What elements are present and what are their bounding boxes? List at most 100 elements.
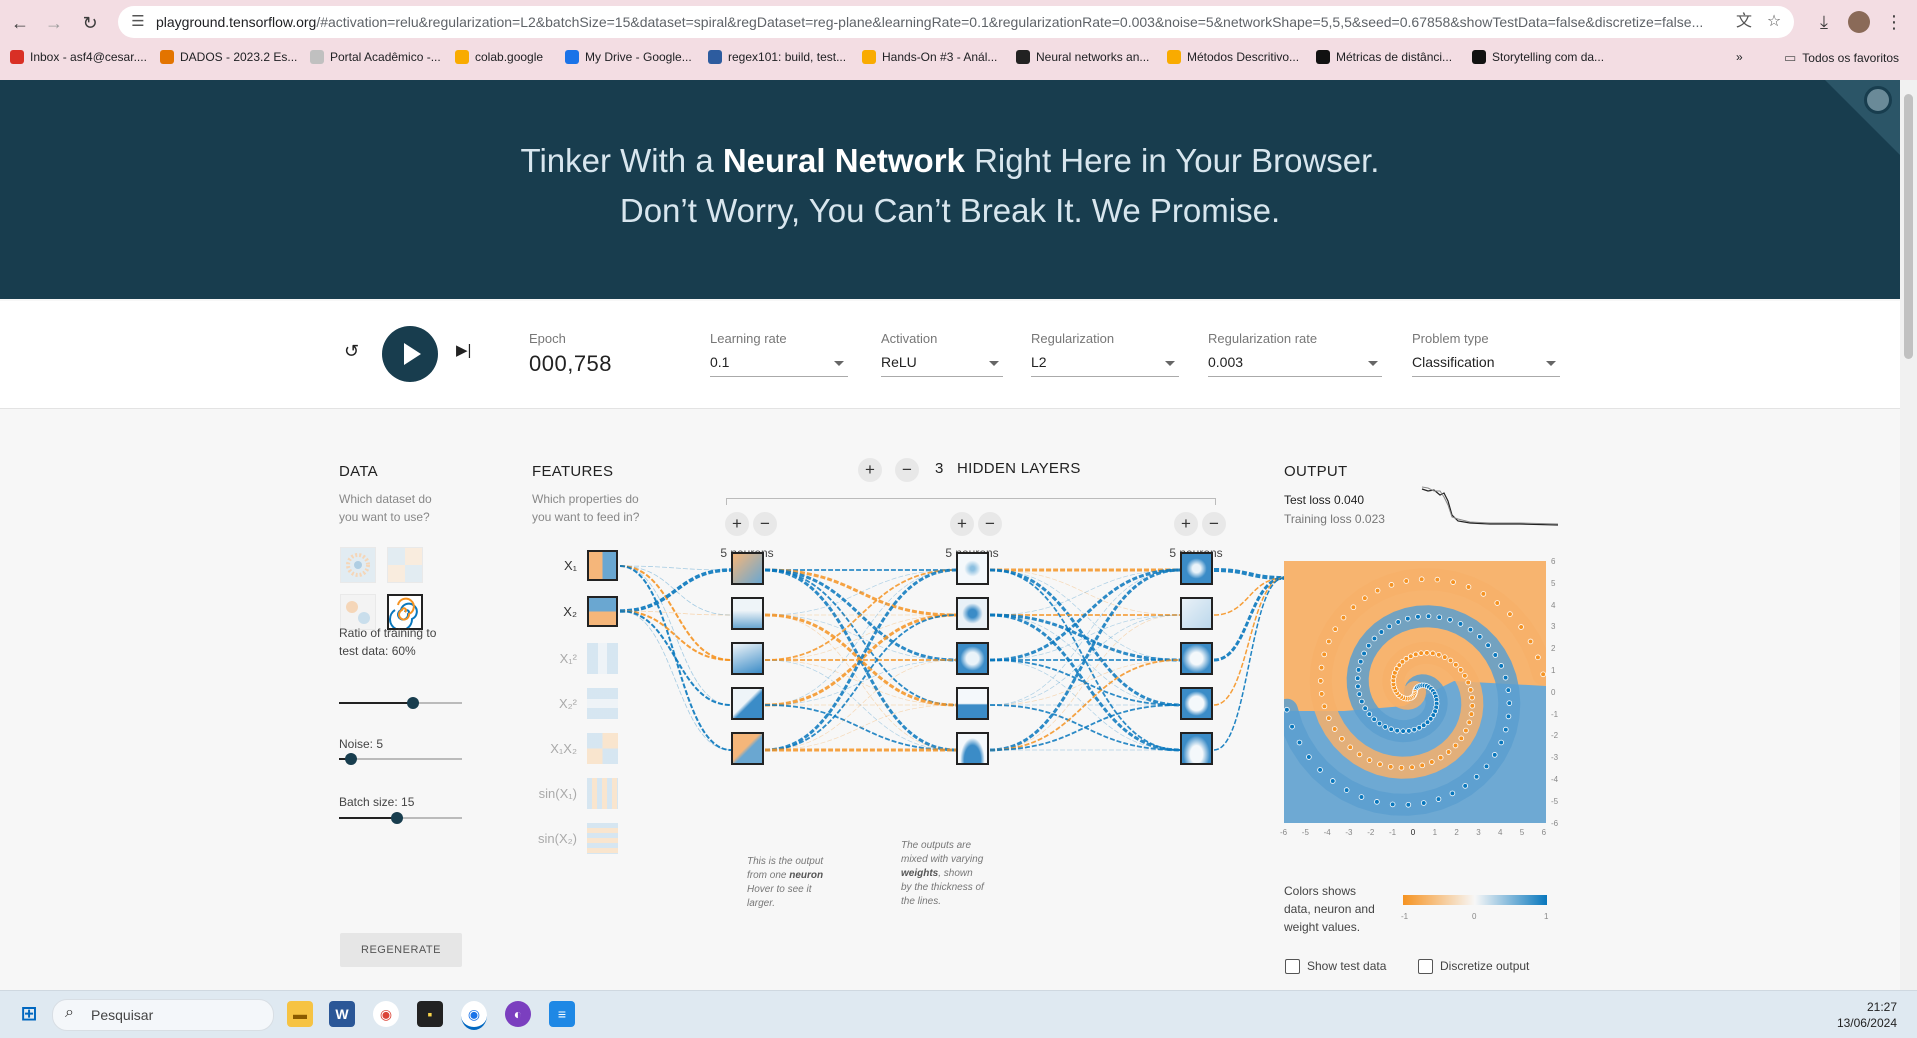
bookmark-item[interactable]: Portal Acadêmico -...: [310, 50, 441, 64]
y-tick: 1: [1551, 666, 1556, 675]
weight-link[interactable]: [1213, 577, 1285, 751]
weight-link[interactable]: [619, 568, 732, 613]
y-tick: 4: [1551, 600, 1556, 610]
bookmark-item[interactable]: Métodos Descritivo...: [1167, 50, 1299, 64]
more-bookmarks-icon[interactable]: »: [1736, 50, 1743, 64]
back-icon[interactable]: ←: [6, 9, 34, 37]
weight-link[interactable]: [1213, 576, 1285, 662]
x-tick: 3: [1476, 828, 1481, 837]
neuron[interactable]: [1180, 642, 1213, 675]
taskbar-clock[interactable]: 21:27 13/06/2024: [1837, 999, 1897, 1031]
neuron[interactable]: [956, 552, 989, 585]
data-point: [1458, 735, 1465, 742]
data-point: [1400, 728, 1406, 734]
x-tick: -2: [1367, 828, 1375, 837]
weight-link[interactable]: [1213, 568, 1285, 580]
remove-neuron-button[interactable]: −: [1202, 512, 1226, 536]
folder-icon: ▭: [1784, 50, 1797, 65]
weight-link[interactable]: [619, 565, 732, 706]
address-bar[interactable]: ☰ playground.tensorflow.org/#activation=…: [118, 6, 1794, 38]
chrome-profile-icon[interactable]: ◉: [461, 1001, 487, 1030]
bookmark-item[interactable]: regex101: build, test...: [708, 50, 846, 64]
data-point: [1420, 722, 1427, 729]
remove-neuron-button[interactable]: −: [978, 512, 1002, 536]
data-point: [1321, 703, 1328, 710]
remove-neuron-button[interactable]: −: [753, 512, 777, 536]
file-explorer-icon[interactable]: ▬: [287, 1001, 313, 1027]
add-neuron-button[interactable]: +: [950, 512, 974, 536]
weight-link[interactable]: [764, 614, 957, 751]
star-icon[interactable]: ☆: [1764, 12, 1784, 32]
x-tick: 0: [1410, 828, 1416, 837]
profile-avatar[interactable]: [1848, 11, 1870, 33]
data-point: [1483, 763, 1490, 770]
url-text[interactable]: playground.tensorflow.org/#activation=re…: [156, 14, 1716, 30]
forward-icon[interactable]: →: [40, 9, 68, 37]
data-point: [1356, 751, 1363, 758]
neuron[interactable]: [731, 687, 764, 720]
sticky-notes-icon[interactable]: ▪: [417, 1001, 443, 1027]
weight-link[interactable]: [1213, 577, 1285, 616]
bookmark-item[interactable]: Métricas de distânci...: [1316, 50, 1452, 64]
notepad-icon[interactable]: ≡: [549, 1001, 575, 1027]
bookmark-item[interactable]: Storytelling com da...: [1472, 50, 1604, 64]
neuron[interactable]: [731, 732, 764, 765]
data-point: [1447, 617, 1453, 623]
translate-icon[interactable]: 文: [1734, 12, 1754, 32]
neuron[interactable]: [731, 642, 764, 675]
data-point: [1418, 576, 1425, 583]
all-bookmarks-button[interactable]: ▭ Todos os favoritos: [1784, 50, 1899, 66]
data-point: [1374, 799, 1380, 805]
scrollbar-thumb[interactable]: [1904, 94, 1913, 359]
weight-link[interactable]: [764, 569, 957, 706]
page-scrollbar[interactable]: [1900, 80, 1917, 990]
data-point: [1359, 698, 1365, 705]
data-point: [1366, 711, 1373, 717]
download-icon[interactable]: ⤓: [1812, 10, 1836, 34]
medium-icon: [1316, 50, 1330, 64]
neuron[interactable]: [1180, 552, 1213, 585]
training-loss: Training loss 0.023: [1284, 512, 1385, 526]
windows-start-icon[interactable]: ⊞: [16, 1001, 42, 1027]
chrome-icon[interactable]: ◉: [373, 1001, 399, 1027]
data-point: [1387, 763, 1394, 770]
y-tick: -2: [1551, 731, 1559, 741]
weight-link[interactable]: [619, 610, 732, 751]
neuron[interactable]: [1180, 687, 1213, 720]
bookmark-item[interactable]: Neural networks an...: [1016, 50, 1149, 64]
neuron[interactable]: [956, 687, 989, 720]
bookmark-item[interactable]: Inbox - asf4@cesar....: [10, 50, 147, 64]
neuron[interactable]: [956, 642, 989, 675]
discretize-output-checkbox[interactable]: [1418, 959, 1433, 974]
y-tick: -1: [1551, 709, 1559, 719]
taskbar-search[interactable]: ⌕ Pesquisar: [52, 999, 274, 1031]
data-point: [1435, 796, 1442, 802]
data-point: [1473, 773, 1480, 780]
site-info-icon[interactable]: ☰: [128, 12, 148, 32]
data-point: [1347, 744, 1354, 751]
neuron[interactable]: [956, 732, 989, 765]
word-icon[interactable]: W: [329, 1001, 355, 1027]
bookmark-item[interactable]: Hands-On #3 - Anál...: [862, 50, 997, 64]
data-point: [1366, 757, 1373, 763]
github-desktop-icon[interactable]: ◐: [505, 1001, 531, 1027]
add-neuron-button[interactable]: +: [725, 512, 749, 536]
neuron[interactable]: [1180, 597, 1213, 630]
data-point: [1362, 595, 1368, 601]
menu-dots-icon[interactable]: ⋮: [1882, 10, 1906, 34]
weight-link[interactable]: [1213, 577, 1285, 706]
reload-icon[interactable]: ↻: [76, 9, 104, 37]
data-point: [1289, 723, 1295, 730]
neuron[interactable]: [731, 552, 764, 585]
bookmark-item[interactable]: My Drive - Google...: [565, 50, 692, 64]
show-test-data-checkbox[interactable]: [1285, 959, 1300, 974]
bookmark-item[interactable]: colab.google: [455, 50, 543, 64]
y-tick: -4: [1551, 775, 1559, 784]
amazon-icon: [1472, 50, 1486, 64]
data-point: [1457, 621, 1464, 627]
bookmark-item[interactable]: DADOS - 2023.2 Es...: [160, 50, 297, 64]
neuron[interactable]: [731, 597, 764, 630]
add-neuron-button[interactable]: +: [1174, 512, 1198, 536]
neuron[interactable]: [1180, 732, 1213, 765]
neuron[interactable]: [956, 597, 989, 630]
